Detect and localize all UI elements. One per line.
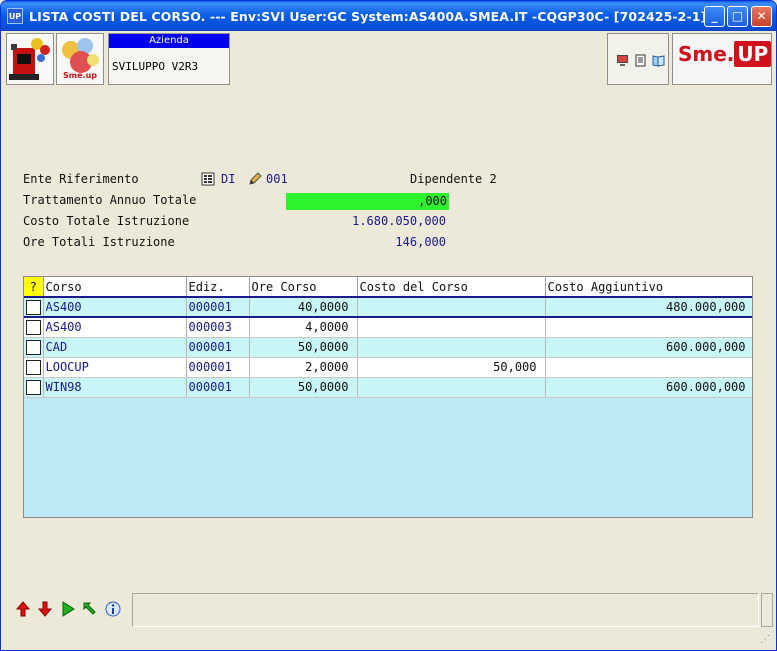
ente-description: Dipendente 2 xyxy=(410,172,497,186)
cell-ediz: 000001 xyxy=(186,297,250,318)
trattamento-label: Trattamento Annuo Totale xyxy=(23,193,197,207)
monitor-icon[interactable] xyxy=(616,54,629,67)
row-checkbox[interactable] xyxy=(25,299,41,315)
ore-totali-value: 146,000 xyxy=(395,235,446,249)
cell-corso: AS400 xyxy=(43,317,187,338)
cell-ediz: 000001 xyxy=(186,377,250,398)
row-checkbox[interactable] xyxy=(25,319,41,335)
header-corso[interactable]: Corso xyxy=(43,277,187,298)
header-costo-aggiuntivo[interactable]: Costo Aggiuntivo xyxy=(545,277,752,298)
costo-totale-label: Costo Totale Istruzione xyxy=(23,214,190,228)
app-icon: UP xyxy=(7,8,23,24)
ore-totali-label: Ore Totali Istruzione xyxy=(23,235,175,249)
document-icon[interactable] xyxy=(634,54,647,67)
app-window: UP LISTA COSTI DEL CORSO. --- Env:SVI Us… xyxy=(0,0,777,651)
book-icon[interactable] xyxy=(652,54,665,67)
table-header: ? Corso Ediz. Ore Corso Costo del Corso … xyxy=(24,277,752,298)
ente-label: Ente Riferimento xyxy=(23,172,139,186)
cell-ediz: 000001 xyxy=(186,337,250,358)
cell-corso: WIN98 xyxy=(43,377,187,398)
cell-ediz: 000003 xyxy=(186,317,250,338)
cell-ore: 50,0000 xyxy=(249,377,358,398)
trattamento-field[interactable]: ,000 xyxy=(286,193,449,210)
row-checkbox[interactable] xyxy=(25,379,41,395)
status-message-area xyxy=(132,593,759,627)
cell-costo xyxy=(357,297,546,318)
minimize-button[interactable]: _ xyxy=(704,6,725,27)
header-costo-corso[interactable]: Costo del Corso xyxy=(357,277,546,298)
cell-ediz: 000001 xyxy=(186,357,250,378)
cell-aggiuntivo xyxy=(545,317,752,338)
ente-code: DI xyxy=(221,172,236,186)
table-row[interactable]: AS400 000003 4,0000 xyxy=(24,317,752,338)
close-button[interactable]: ✕ xyxy=(751,6,772,27)
right-tools xyxy=(607,33,669,85)
info-icon[interactable] xyxy=(105,601,121,617)
table-row[interactable]: AS400 000001 40,0000 480.000,000 xyxy=(24,297,752,318)
costo-totale-value: 1.680.050,000 xyxy=(352,214,446,228)
back-icon[interactable] xyxy=(82,601,98,617)
cell-aggiuntivo: 480.000,000 xyxy=(545,297,752,318)
cell-ore: 4,0000 xyxy=(249,317,358,338)
row-checkbox[interactable] xyxy=(25,359,41,375)
table-row[interactable]: CAD 000001 50,0000 600.000,000 xyxy=(24,337,752,358)
nav-buttons xyxy=(5,591,131,629)
ente-number: 001 xyxy=(266,172,288,186)
cell-corso: AS400 xyxy=(43,297,187,318)
cell-aggiuntivo: 600.000,000 xyxy=(545,377,752,398)
header-ore-corso[interactable]: Ore Corso xyxy=(249,277,358,298)
play-icon[interactable] xyxy=(60,601,76,617)
machine-logo-icon[interactable] xyxy=(6,33,54,85)
bottom-bar xyxy=(5,591,774,629)
cell-corso: CAD xyxy=(43,337,187,358)
cell-ore: 40,0000 xyxy=(249,297,358,318)
arrow-up-icon[interactable] xyxy=(15,601,31,617)
row-checkbox[interactable] xyxy=(25,339,41,355)
window-title: LISTA COSTI DEL CORSO. --- Env:SVI User:… xyxy=(29,9,707,24)
cell-costo xyxy=(357,377,546,398)
table-row[interactable]: WIN98 000001 50,0000 600.000,000 xyxy=(24,377,752,398)
toolbar: Sme.up Azienda SVILUPPO V2R3 Sme. UP xyxy=(5,32,774,86)
maximize-button[interactable]: □ xyxy=(727,6,748,27)
title-bar: UP LISTA COSTI DEL CORSO. --- Env:SVI Us… xyxy=(1,1,776,31)
status-side-area xyxy=(761,593,773,627)
header-help[interactable]: ? xyxy=(24,277,44,298)
svg-text:Sme.up: Sme.up xyxy=(63,71,97,80)
edit-pencil-icon[interactable] xyxy=(247,171,263,187)
courses-table: ? Corso Ediz. Ore Corso Costo del Corso … xyxy=(24,277,752,398)
header-ediz[interactable]: Ediz. xyxy=(186,277,250,298)
azienda-box: Azienda SVILUPPO V2R3 xyxy=(108,33,230,85)
list-grid-icon[interactable] xyxy=(201,172,215,186)
azienda-label: Azienda xyxy=(109,34,229,48)
cell-aggiuntivo xyxy=(545,357,752,378)
resize-grip-icon[interactable]: ⋰ xyxy=(760,634,772,646)
smeup-gears-logo-icon[interactable]: Sme.up xyxy=(56,33,104,85)
arrow-down-icon[interactable] xyxy=(37,601,53,617)
brand-sme-text: Sme. xyxy=(678,42,735,66)
cell-corso: LOOCUP xyxy=(43,357,187,378)
cell-ore: 2,0000 xyxy=(249,357,358,378)
table-row[interactable]: LOOCUP 000001 2,0000 50,000 xyxy=(24,357,752,378)
cell-aggiuntivo: 600.000,000 xyxy=(545,337,752,358)
courses-grid: ? Corso Ediz. Ore Corso Costo del Corso … xyxy=(23,276,753,518)
azienda-value: SVILUPPO V2R3 xyxy=(112,60,199,73)
cell-ore: 50,0000 xyxy=(249,337,358,358)
smeup-brand-logo: Sme. UP xyxy=(672,33,772,85)
cell-costo xyxy=(357,337,546,358)
cell-costo: 50,000 xyxy=(357,357,546,378)
cell-costo xyxy=(357,317,546,338)
brand-up-text: UP xyxy=(734,41,772,67)
